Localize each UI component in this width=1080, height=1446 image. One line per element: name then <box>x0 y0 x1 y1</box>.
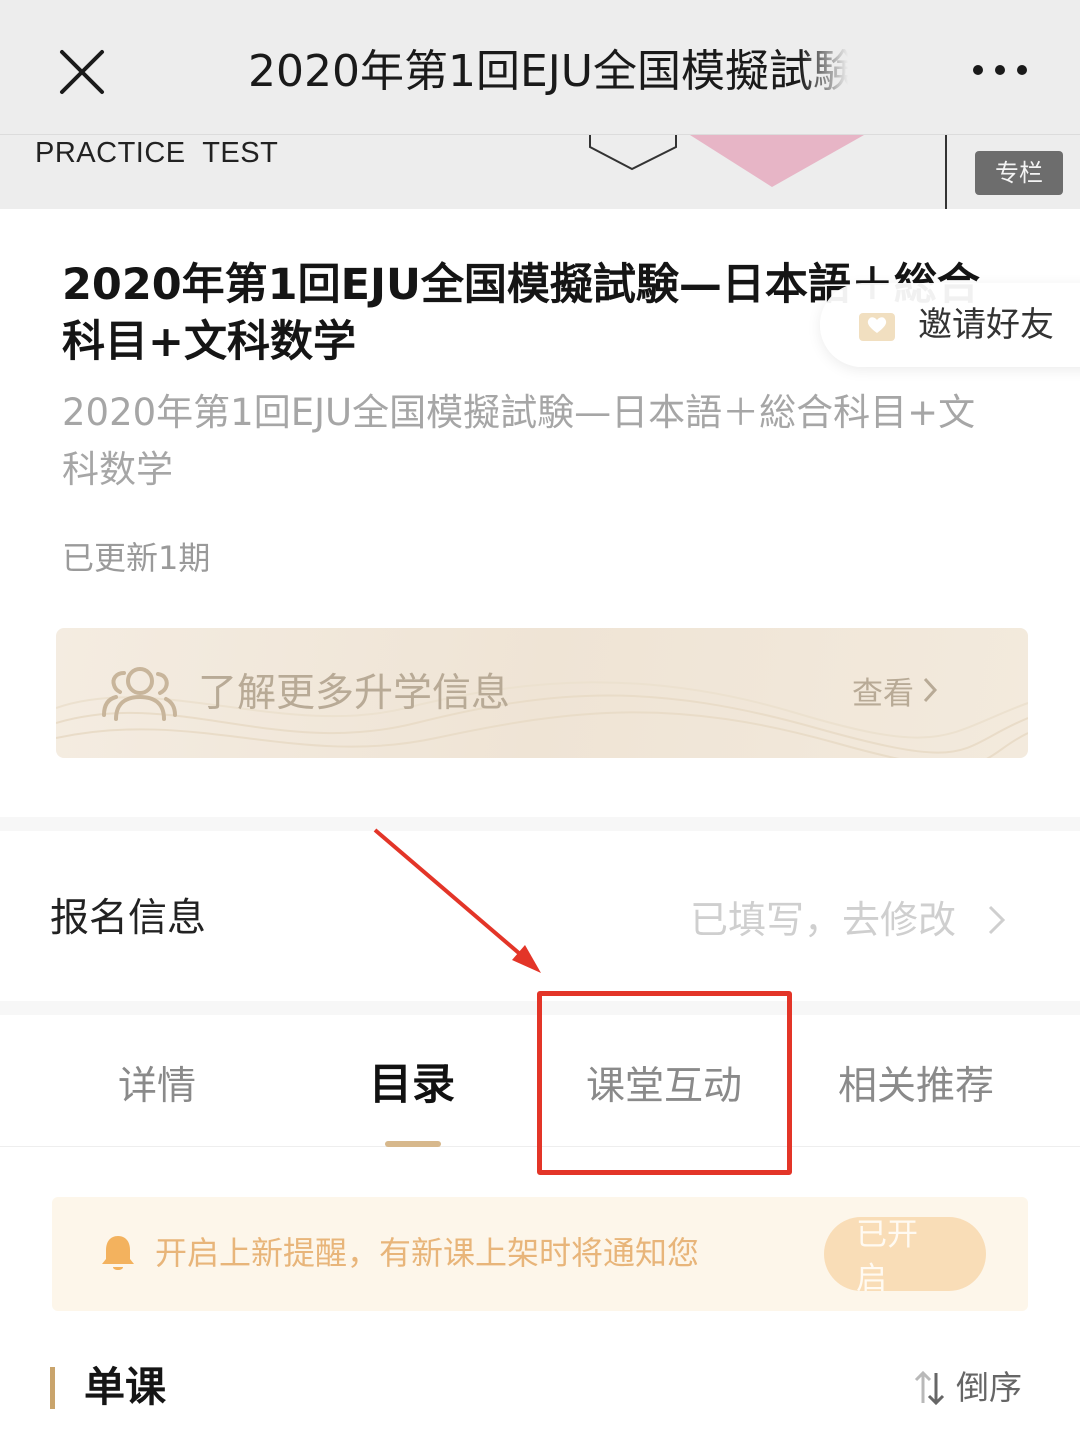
new-course-reminder: 开启上新提醒，有新课上架时将通知您 已开启 <box>52 1197 1028 1311</box>
signup-info-row[interactable]: 报名信息 已填写，去修改 <box>0 831 1080 1001</box>
signup-status-text: 已填写，去修改 <box>690 898 957 942</box>
section-accent-bar <box>50 1367 55 1409</box>
more-button[interactable] <box>970 55 1030 85</box>
tab-class-interaction[interactable]: 课堂互动 <box>586 1061 742 1113</box>
content-tabs: 详情 目录 课堂互动 相关推荐 <box>0 1015 1080 1147</box>
top-nav-bar: 2020年第1回EJU全国模擬試験—日本語+総合科目+文科数学 <box>0 0 1080 135</box>
more-icon <box>973 65 1027 75</box>
reminder-enabled-button[interactable]: 已开启 <box>824 1217 986 1291</box>
cover-image: PRACTICE TEST 专栏 <box>0 135 1080 209</box>
banner-text: 了解更多升学信息 <box>198 671 511 716</box>
tab-recommendations[interactable]: 相关推荐 <box>838 1061 994 1113</box>
banner-view-label: 查看 <box>852 676 914 712</box>
sort-icon <box>914 1370 945 1406</box>
signup-info-value: 已填写，去修改 <box>690 895 1008 945</box>
bell-icon <box>102 1236 134 1270</box>
chevron-right-icon <box>923 677 938 703</box>
banner-view-link[interactable]: 查看 <box>852 674 938 714</box>
tab-catalog[interactable]: 目录 <box>369 1059 455 1111</box>
nav-title: 2020年第1回EJU全国模擬試験—日本語+総合科目+文科数学 <box>248 46 848 97</box>
invite-label: 邀请好友 <box>918 305 1054 345</box>
admission-info-banner[interactable]: 了解更多升学信息 查看 <box>56 628 1028 758</box>
close-button[interactable] <box>56 46 108 98</box>
users-icon <box>102 667 177 721</box>
section-title: 单课 <box>84 1363 166 1411</box>
invite-gift-icon <box>859 313 895 341</box>
course-card: 2020年第1回EJU全国模擬試験—日本語＋総合科目+文科数学 邀请好友 202… <box>0 209 1080 1446</box>
section-divider <box>0 817 1080 831</box>
chevron-right-icon <box>989 905 1006 935</box>
section-divider <box>0 1001 1080 1015</box>
close-icon <box>60 50 104 94</box>
column-tag: 专栏 <box>975 151 1063 195</box>
update-count: 已更新1期 <box>62 539 211 577</box>
reminder-button-label: 已开启 <box>856 1217 918 1291</box>
invite-friends-button[interactable]: 邀请好友 <box>820 283 1080 367</box>
reminder-text: 开启上新提醒，有新课上架时将通知您 <box>155 1234 700 1272</box>
cover-practice-text: PRACTICE TEST <box>35 137 279 169</box>
sort-label: 倒序 <box>956 1368 1022 1407</box>
signup-info-label: 报名信息 <box>50 896 207 941</box>
active-tab-indicator <box>385 1141 441 1147</box>
course-subtitle: 2020年第1回EJU全国模擬試験—日本語＋総合科目+文科数学 <box>62 391 976 491</box>
tab-details[interactable]: 详情 <box>118 1061 196 1113</box>
